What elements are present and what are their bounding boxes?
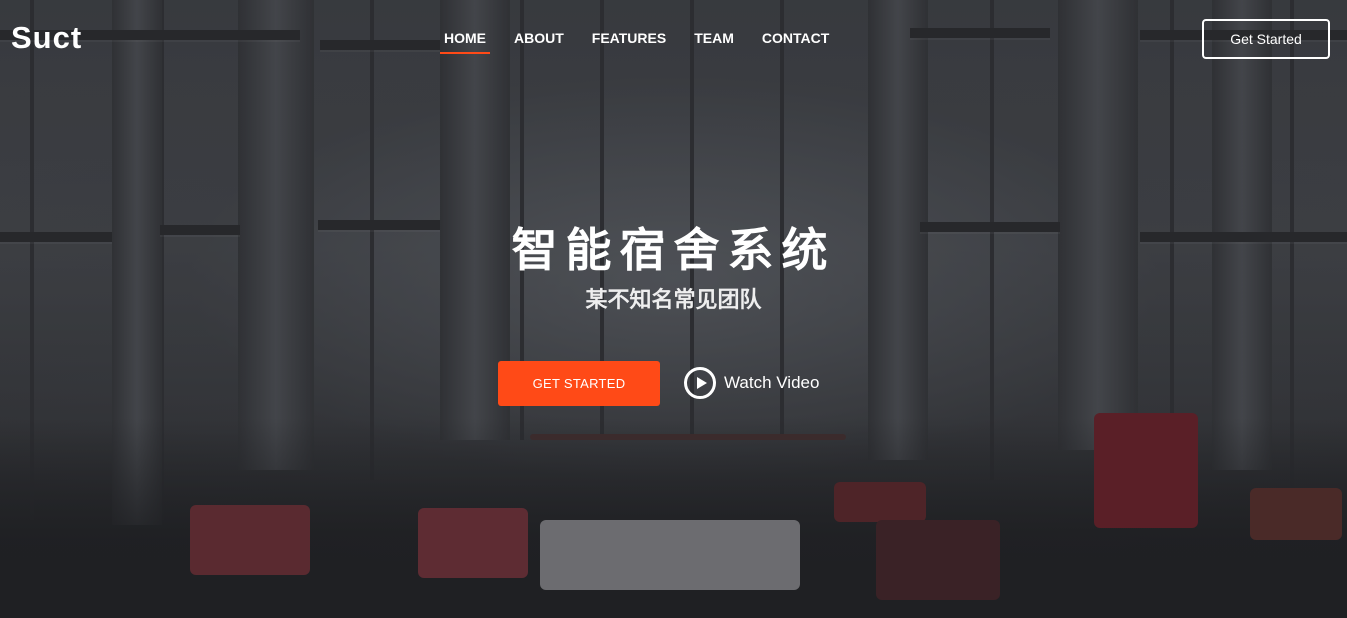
play-circle-icon	[684, 367, 716, 399]
watch-video-label: Watch Video	[724, 373, 820, 392]
main-nav: HOME ABOUT FEATURES TEAM CONTACT	[430, 30, 843, 54]
get-started-nav-button[interactable]: Get Started	[1202, 19, 1330, 59]
nav-item-contact[interactable]: CONTACT	[748, 30, 843, 54]
brand-logo[interactable]: Suct	[11, 20, 82, 56]
nav-item-features[interactable]: FEATURES	[578, 30, 680, 54]
watch-video-button[interactable]: Watch Video	[684, 367, 819, 399]
hero-section: Suct HOME ABOUT FEATURES TEAM CONTACT Ge…	[0, 0, 1347, 618]
nav-item-about[interactable]: ABOUT	[500, 30, 578, 54]
hero-title: 智能宿舍系统	[511, 223, 836, 277]
nav-item-team[interactable]: TEAM	[680, 30, 748, 54]
get-started-button[interactable]: GET STARTED	[498, 361, 660, 406]
nav-item-home[interactable]: HOME	[430, 30, 500, 54]
hero-subtitle: 某不知名常见团队	[585, 288, 762, 313]
